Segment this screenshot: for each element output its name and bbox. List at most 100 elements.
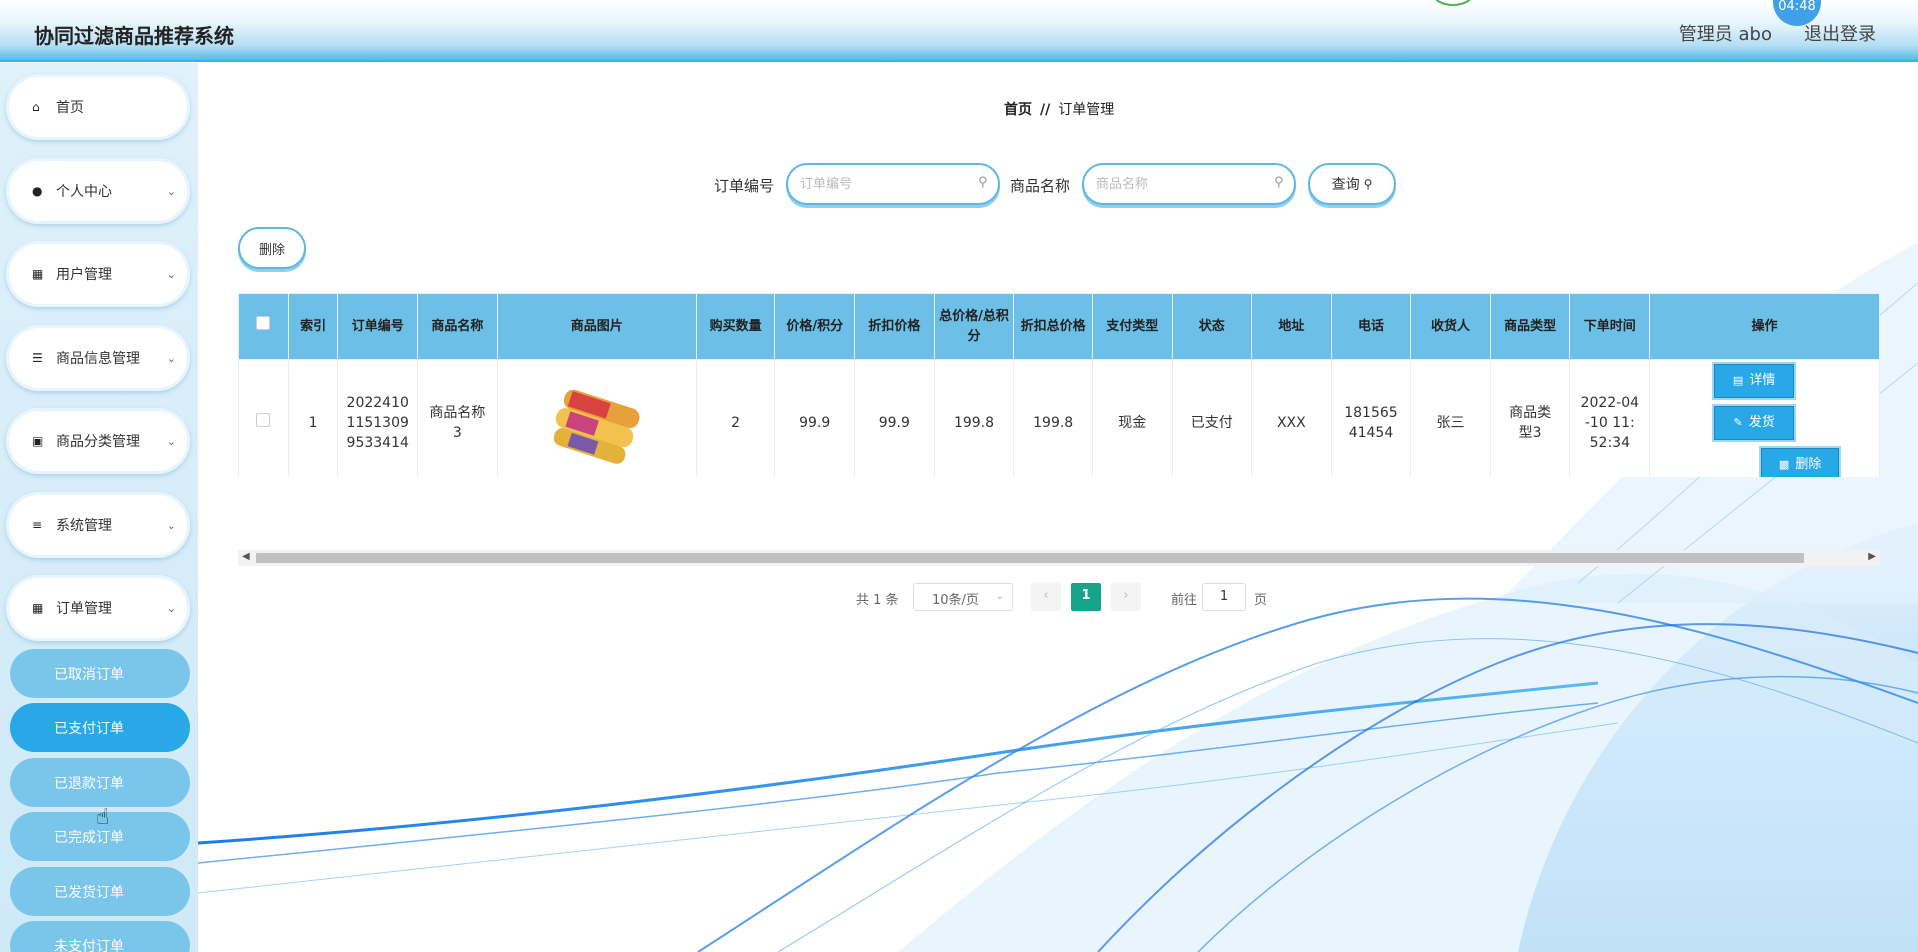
ship-button-label: 发货	[1748, 415, 1775, 430]
submenu-shipped-orders[interactable]: 已发货订单	[10, 867, 190, 916]
submenu-unpaid-orders[interactable]: 未支付订单	[10, 921, 190, 952]
column-header: 商品图片	[496, 293, 697, 360]
next-page-button[interactable]: ›	[1111, 583, 1141, 611]
detail-button-label: 详情	[1749, 373, 1776, 388]
chevron-down-icon: ⌄	[166, 518, 176, 532]
column-header: 操作	[1649, 293, 1880, 360]
batch-delete-button[interactable]: 删除	[238, 227, 306, 269]
product-image[interactable]	[546, 376, 647, 464]
cell-receiver: 张三	[1410, 359, 1491, 477]
column-header: 折扣总价格	[1013, 293, 1094, 360]
column-header: 总价格/总积分	[933, 293, 1015, 360]
chevron-down-icon: ⌄	[166, 267, 176, 281]
product-name-label: 商品名称	[1010, 177, 1071, 195]
breadcrumb: 首页 // 订单管理	[1004, 99, 1114, 119]
row-checkbox[interactable]	[238, 359, 289, 477]
detail-button[interactable]: ▤ 详情	[1714, 364, 1795, 398]
breadcrumb-separator: //	[1040, 102, 1051, 118]
list-icon: ☰	[32, 351, 43, 365]
page-number-current[interactable]: 1	[1071, 583, 1101, 611]
logout-link[interactable]: 退出登录	[1804, 20, 1876, 46]
column-header: 商品类型	[1489, 293, 1571, 360]
submenu-cancelled-orders[interactable]: 已取消订单	[10, 649, 190, 698]
main-content: 首页 // 订单管理 订单编号 ⚲ 商品名称 ⚲ 查询 ⚲ 删除 索引	[198, 63, 1918, 952]
product-name-input[interactable]	[1082, 163, 1296, 205]
sidebar-item-label: 订单管理	[56, 601, 112, 617]
goto-page-input[interactable]: 1	[1202, 583, 1246, 611]
column-header: 索引	[287, 293, 339, 360]
breadcrumb-home[interactable]: 首页	[1004, 102, 1032, 118]
goto-label: 前往	[1171, 593, 1198, 608]
sidebar-item-product-info[interactable]: ☰ 商品信息管理 ⌄	[6, 325, 190, 391]
submenu-paid-orders[interactable]: 已支付订单	[10, 703, 190, 752]
chevron-down-icon: ⌄	[166, 434, 176, 448]
grid-icon: ▦	[32, 601, 44, 615]
sidebar-item-users[interactable]: ▦ 用户管理 ⌄	[6, 241, 190, 307]
sidebar: ⌂ 首页 ● 个人中心 ⌄ ▦ 用户管理 ⌄ ☰ 商品信息管理 ⌄ ▣ 商品分类…	[0, 63, 198, 952]
row-delete-button[interactable]: ▩ 删除	[1761, 448, 1840, 477]
sidebar-item-product-category[interactable]: ▣ 商品分类管理 ⌄	[6, 408, 190, 474]
pagination: 共 1 条 10条/页 ⌄ ‹ 1 › 前往 1 页	[198, 583, 1918, 611]
order-no-label: 订单编号	[714, 177, 775, 195]
cell-index: 1	[287, 359, 339, 477]
query-button[interactable]: 查询 ⚲	[1308, 163, 1396, 205]
column-header: 收货人	[1410, 293, 1491, 360]
page-suffix: 页	[1254, 593, 1268, 608]
column-header: 状态	[1171, 293, 1253, 360]
cell-status: 已支付	[1171, 359, 1253, 477]
sidebar-item-home[interactable]: ⌂ 首页	[6, 74, 190, 140]
cell-order-no: 20224101151309 9533414	[337, 359, 419, 477]
select-all-checkbox[interactable]	[238, 293, 289, 360]
submenu-refunded-orders[interactable]: 已退款订单	[10, 758, 190, 807]
scroll-right-icon[interactable]: ▶	[1868, 551, 1876, 562]
column-header: 购买数量	[695, 293, 776, 360]
sidebar-item-label: 个人中心	[56, 184, 112, 200]
cell-phone: 18156541454	[1330, 359, 1412, 477]
page-size-select[interactable]: 10条/页 ⌄	[913, 583, 1013, 611]
top-header: 协同过滤商品推荐系统 04:48 管理员 abo 退出登录	[0, 0, 1918, 62]
page-size-value: 10条/页	[932, 593, 979, 608]
query-button-label: 查询	[1331, 177, 1360, 193]
chevron-down-icon: ⌄	[166, 351, 176, 365]
scroll-left-icon[interactable]: ◀	[242, 551, 250, 562]
sliders-icon: ≡	[32, 518, 43, 532]
column-header: 折扣价格	[854, 293, 935, 360]
cell-price: 99.9	[774, 359, 856, 477]
app-title: 协同过滤商品推荐系统	[34, 24, 234, 48]
column-header: 价格/积分	[774, 293, 856, 360]
pagination-total: 共 1 条	[856, 593, 899, 608]
sidebar-item-profile[interactable]: ● 个人中心 ⌄	[6, 158, 190, 224]
sidebar-item-system[interactable]: ≡ 系统管理 ⌄	[6, 492, 190, 558]
prev-page-button[interactable]: ‹	[1031, 583, 1061, 611]
status-indicator-icon	[1432, 0, 1474, 6]
cell-total-price: 199.8	[933, 359, 1015, 477]
breadcrumb-current: 订单管理	[1058, 102, 1115, 118]
row-delete-button-label: 删除	[1795, 457, 1822, 472]
search-icon: ⚲	[978, 175, 988, 190]
search-icon: ⚲	[1274, 175, 1284, 190]
trash-icon: ▩	[1778, 458, 1790, 471]
order-no-input[interactable]	[786, 163, 1000, 205]
home-icon: ⌂	[32, 100, 40, 114]
scrollbar-thumb[interactable]	[256, 553, 1804, 563]
table-header-row: 索引 订单编号 商品名称 商品图片 购买数量 价格/积分 折扣价格 总价格/总积…	[238, 293, 1880, 360]
cell-product-type: 商品类型3	[1489, 359, 1571, 477]
cell-discount-price: 99.9	[854, 359, 935, 477]
cell-product-name: 商品名称3	[417, 359, 498, 477]
cell-actions: ▤ 详情 ✎ 发货 ▩ 删除	[1649, 359, 1880, 477]
edit-icon: ✎	[1733, 416, 1743, 429]
ship-button[interactable]: ✎ 发货	[1714, 406, 1795, 440]
chevron-down-icon: ⌄	[166, 184, 176, 198]
sidebar-item-orders[interactable]: ▦ 订单管理 ⌄	[6, 575, 190, 641]
sidebar-item-label: 商品信息管理	[56, 351, 140, 367]
table-row: 1 20224101151309 9533414 商品名称3 2 99.9 99…	[238, 359, 1880, 477]
column-header: 地址	[1251, 293, 1332, 360]
chevron-down-icon: ⌄	[995, 591, 1004, 602]
cell-payment-type: 现金	[1092, 359, 1173, 477]
monitor-icon: ▣	[32, 434, 44, 448]
document-icon: ▤	[1732, 374, 1744, 387]
search-icon: ⚲	[1363, 177, 1373, 191]
column-header: 订单编号	[337, 293, 419, 360]
horizontal-scrollbar[interactable]: ◀ ▶	[238, 550, 1880, 566]
column-header: 电话	[1330, 293, 1412, 360]
